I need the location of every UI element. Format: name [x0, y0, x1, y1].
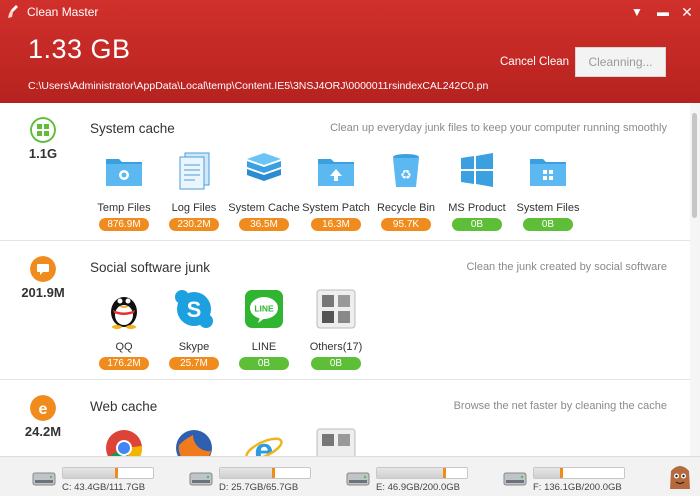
scrollbar-thumb[interactable]: [692, 113, 697, 218]
header-banner: Clean Master ▼ ▬ ✕ 1.33 GB C:\Users\Admi…: [0, 0, 700, 103]
item-qq[interactable]: QQ 176.2M: [84, 288, 164, 371]
clean-button[interactable]: Cleanning...: [575, 47, 666, 77]
item-system-patch[interactable]: System Patch 16.3M: [296, 149, 376, 232]
drive-status-bar: C: 43.4GB/111.7GB D: 25.7GB/65.7GB E: 46…: [0, 456, 700, 496]
ie-icon: e: [245, 432, 283, 456]
size-badge: 0B: [452, 218, 502, 231]
drive-usage-bar: [533, 467, 625, 479]
section-description: Clean the junk created by social softwar…: [466, 261, 667, 273]
skype-icon: S: [175, 290, 213, 328]
section-description: Browse the net faster by cleaning the ca…: [453, 400, 667, 412]
menu-dropdown-icon[interactable]: ▼: [628, 3, 646, 21]
hard-drive-icon: [32, 472, 56, 486]
drive-usage-text: E: 46.9GB/200.0GB: [376, 482, 460, 493]
recycle-bin-icon: ♻: [393, 154, 419, 187]
section-system-cache: 1.1G System cache Clean up everyday junk…: [0, 103, 690, 241]
app-grid-icon: [316, 289, 356, 329]
section-size: 24.2M: [24, 424, 62, 439]
item-firefox[interactable]: [154, 427, 234, 456]
junk-categories: 1.1G System cache Clean up everyday junk…: [0, 103, 700, 456]
drive-usage-text: F: 136.1GB/200.0GB: [533, 482, 622, 493]
size-badge: 16.3M: [311, 218, 361, 231]
item-system-cache[interactable]: System Cache 36.5M: [224, 149, 304, 232]
drive-usage-fill: [377, 468, 447, 478]
chrome-icon: [106, 430, 143, 456]
drive-usage-text: D: 25.7GB/65.7GB: [219, 482, 299, 493]
size-badge: 876.9M: [99, 218, 149, 231]
size-badge: 0B: [239, 357, 289, 370]
section-web-cache: e 24.2M Web cache Browse the net faster …: [0, 381, 690, 456]
hard-drive-icon: [346, 472, 370, 486]
patch-folder-icon: [318, 159, 354, 186]
drive-usage-fill: [63, 468, 118, 478]
size-badge: 0B: [311, 357, 361, 370]
size-badge: 0B: [523, 218, 573, 231]
layers-icon: [247, 153, 281, 181]
chat-bubble-section-icon: [30, 256, 56, 282]
windows-logo-icon: [461, 153, 493, 187]
svg-text:e: e: [39, 401, 48, 418]
section-size: 1.1G: [28, 146, 58, 161]
minimize-icon[interactable]: ▬: [654, 3, 672, 21]
app-grid-icon: [316, 428, 356, 456]
item-line[interactable]: LINE LINE 0B: [224, 288, 304, 371]
drive-usage-bar: [219, 467, 311, 479]
size-badge: 176.2M: [99, 357, 149, 370]
total-junk-size: 1.33 GB: [28, 34, 131, 64]
section-title: Web cache: [90, 399, 158, 414]
drive-f: F: 136.1GB/200.0GB: [503, 464, 653, 494]
item-log-files[interactable]: Log Files 230.2M: [154, 149, 234, 232]
drive-usage-fill: [534, 468, 563, 478]
section-description: Clean up everyday junk files to keep you…: [330, 122, 667, 134]
firefox-icon: [176, 430, 212, 456]
scanning-path: C:\Users\Administrator\AppData\Local\tem…: [28, 80, 489, 92]
drive-usage-bar: [62, 467, 154, 479]
section-size: 201.9M: [21, 285, 65, 300]
line-app-icon: LINE: [245, 290, 283, 328]
size-badge: 95.7K: [381, 218, 431, 231]
hard-drive-icon: [189, 472, 213, 486]
cancel-clean-link[interactable]: Cancel Clean: [500, 56, 569, 68]
drive-c: C: 43.4GB/111.7GB: [32, 464, 182, 494]
item-others[interactable]: Others(17) 0B: [296, 288, 376, 371]
svg-text:♻: ♻: [400, 167, 412, 182]
windows-section-icon: [30, 117, 56, 143]
log-document-icon: [179, 152, 210, 190]
drive-usage-fill: [220, 468, 275, 478]
temp-folder-icon: [106, 159, 142, 186]
size-badge: 36.5M: [239, 218, 289, 231]
app-title: Clean Master: [27, 5, 99, 19]
close-icon[interactable]: ✕: [678, 3, 696, 21]
hard-drive-icon: [503, 472, 527, 486]
drive-d: D: 25.7GB/65.7GB: [189, 464, 339, 494]
section-title: Social software junk: [90, 260, 211, 275]
system-folder-icon: [530, 159, 566, 186]
item-system-files[interactable]: System Files 0B: [508, 149, 588, 232]
mascot-icon[interactable]: [667, 461, 693, 491]
section-title: System cache: [90, 121, 175, 136]
broom-logo-icon: [8, 5, 18, 18]
item-chrome[interactable]: [84, 427, 164, 456]
vertical-scrollbar[interactable]: [690, 103, 700, 456]
item-internet-explorer[interactable]: e: [224, 427, 304, 456]
svg-text:S: S: [187, 297, 202, 322]
svg-text:LINE: LINE: [254, 304, 274, 314]
drive-usage-text: C: 43.4GB/111.7GB: [62, 482, 146, 493]
browser-section-icon: e: [30, 395, 56, 421]
size-badge: 230.2M: [169, 218, 219, 231]
size-badge: 25.7M: [169, 357, 219, 370]
item-temp-files[interactable]: Temp Files 876.9M: [84, 149, 164, 232]
drive-usage-bar: [376, 467, 468, 479]
qq-penguin-icon: [111, 297, 137, 329]
drive-e: E: 46.9GB/200.0GB: [346, 464, 496, 494]
title-bar[interactable]: Clean Master ▼ ▬ ✕: [0, 0, 700, 24]
item-ms-product[interactable]: MS Product 0B: [437, 149, 517, 232]
item-other-browsers[interactable]: [296, 427, 376, 456]
item-recycle-bin[interactable]: ♻ Recycle Bin 95.7K: [366, 149, 446, 232]
section-social-software: 201.9M Social software junk Clean the ju…: [0, 242, 690, 380]
item-skype[interactable]: S Skype 25.7M: [154, 288, 234, 371]
